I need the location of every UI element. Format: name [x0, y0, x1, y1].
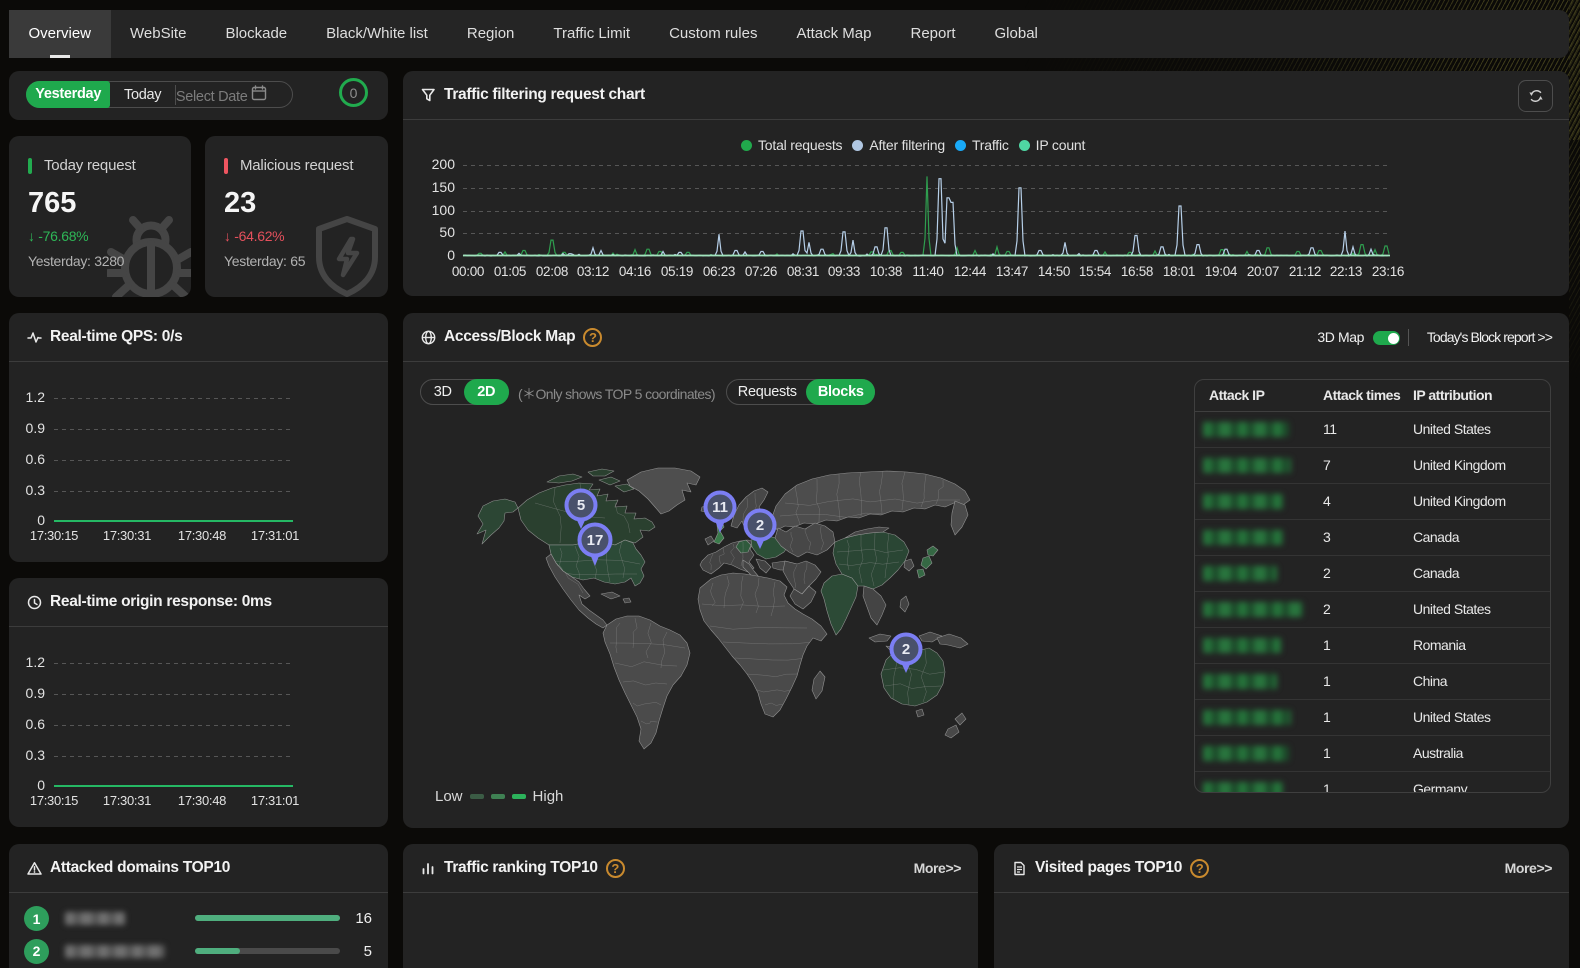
svg-text:5: 5 [577, 497, 585, 514]
svg-text:2: 2 [756, 517, 764, 534]
svg-text:17: 17 [587, 532, 604, 549]
svg-text:11: 11 [712, 499, 728, 516]
svg-text:2: 2 [902, 641, 910, 658]
